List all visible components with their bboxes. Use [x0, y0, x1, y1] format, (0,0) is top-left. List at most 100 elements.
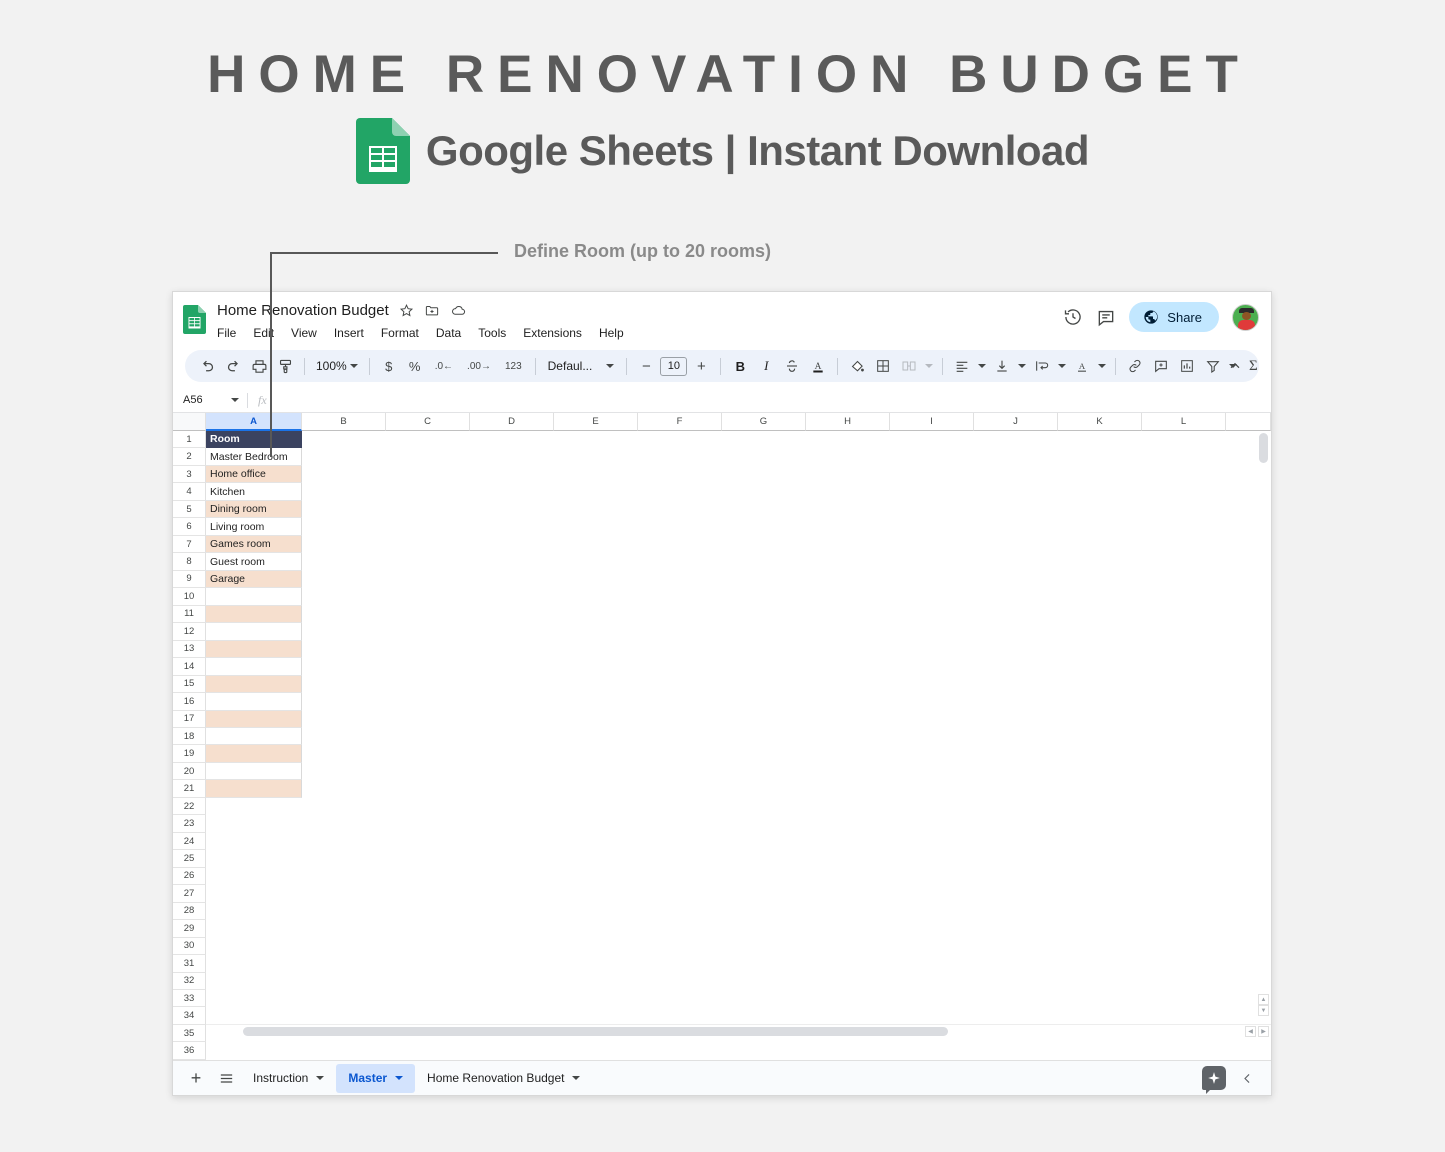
row-number-23[interactable]: 23	[173, 815, 206, 833]
grid-row-empty-area[interactable]	[302, 990, 1271, 1007]
name-box[interactable]: A56	[173, 394, 247, 406]
text-color-icon[interactable]: A	[806, 354, 830, 378]
cell-A12[interactable]	[206, 623, 302, 641]
scroll-left-button[interactable]: ◀	[1245, 1026, 1256, 1037]
row-number-28[interactable]: 28	[173, 902, 206, 921]
decrease-decimal-icon[interactable]: .0←	[429, 354, 459, 378]
grid-row-empty-area[interactable]	[302, 571, 1271, 588]
row-number-13[interactable]: 13	[173, 640, 206, 659]
paint-format-icon[interactable]	[273, 354, 297, 378]
row-number-34[interactable]: 34	[173, 1007, 206, 1025]
row-number-1[interactable]: 1	[173, 431, 206, 449]
column-header-h[interactable]: H	[806, 413, 890, 431]
grid-row-empty-area[interactable]	[302, 763, 1271, 780]
cell-A1[interactable]: Room	[206, 431, 302, 449]
row-number-7[interactable]: 7	[173, 535, 206, 554]
column-header-l[interactable]: L	[1142, 413, 1226, 431]
column-header-e[interactable]: E	[554, 413, 638, 431]
vertical-align-icon[interactable]	[990, 354, 1014, 378]
row-number-19[interactable]: 19	[173, 745, 206, 763]
row-number-25[interactable]: 25	[173, 850, 206, 868]
collapse-panel-icon[interactable]	[1240, 1071, 1255, 1086]
cell-A31[interactable]	[206, 955, 302, 972]
insert-chart-icon[interactable]	[1175, 354, 1199, 378]
print-icon[interactable]	[247, 354, 271, 378]
cell-A9[interactable]: Garage	[206, 570, 302, 589]
scroll-up-button[interactable]: ▲	[1258, 994, 1269, 1005]
grid-row-empty-area[interactable]	[302, 501, 1271, 518]
grid-row-empty-area[interactable]	[302, 780, 1271, 797]
cloud-saved-icon[interactable]	[450, 303, 467, 318]
text-rotation-icon[interactable]: A	[1070, 354, 1094, 378]
cell-A20[interactable]	[206, 762, 302, 781]
move-to-folder-icon[interactable]	[424, 303, 440, 318]
row-number-36[interactable]: 36	[173, 1042, 206, 1060]
cell-A28[interactable]	[206, 903, 302, 920]
row-number-35[interactable]: 35	[173, 1024, 206, 1043]
grid-row-empty-area[interactable]	[302, 885, 1271, 902]
grid-row-empty-area[interactable]	[302, 1007, 1271, 1024]
cell-A8[interactable]: Guest room	[206, 553, 302, 571]
row-number-24[interactable]: 24	[173, 832, 206, 851]
grid-row-empty-area[interactable]	[302, 728, 1271, 745]
cell-A4[interactable]: Kitchen	[206, 483, 302, 501]
row-number-18[interactable]: 18	[173, 727, 206, 746]
increase-font-size-icon[interactable]: +	[689, 354, 713, 378]
row-number-21[interactable]: 21	[173, 780, 206, 798]
cell-A32[interactable]	[206, 973, 302, 990]
cell-A15[interactable]	[206, 675, 302, 694]
text-rotation-dropdown-icon[interactable]	[1096, 354, 1108, 378]
text-wrapping-icon[interactable]	[1030, 354, 1054, 378]
column-header-a[interactable]: A	[206, 413, 302, 431]
row-number-8[interactable]: 8	[173, 553, 206, 571]
grid-row-empty-area[interactable]	[302, 920, 1271, 937]
cell-A26[interactable]	[206, 868, 302, 885]
row-number-16[interactable]: 16	[173, 693, 206, 711]
row-number-5[interactable]: 5	[173, 500, 206, 519]
increase-decimal-icon[interactable]: .00→	[461, 354, 497, 378]
text-wrapping-dropdown-icon[interactable]	[1056, 354, 1068, 378]
bold-icon[interactable]: B	[728, 354, 752, 378]
row-number-10[interactable]: 10	[173, 588, 206, 606]
cell-A5[interactable]: Dining room	[206, 500, 302, 519]
sheet-tab-master[interactable]: Master	[336, 1063, 416, 1093]
decrease-font-size-icon[interactable]: −	[634, 354, 658, 378]
cell-A10[interactable]	[206, 588, 302, 606]
menu-data[interactable]: Data	[436, 326, 461, 340]
row-number-31[interactable]: 31	[173, 955, 206, 973]
collapse-toolbar-icon[interactable]	[1223, 354, 1247, 378]
column-header-f[interactable]: F	[638, 413, 722, 431]
row-number-20[interactable]: 20	[173, 762, 206, 781]
row-number-15[interactable]: 15	[173, 675, 206, 694]
column-header-c[interactable]: C	[386, 413, 470, 431]
cell-A13[interactable]	[206, 640, 302, 659]
grid-row-empty-area[interactable]	[302, 798, 1271, 815]
horizontal-align-dropdown-icon[interactable]	[976, 354, 988, 378]
cell-A27[interactable]	[206, 885, 302, 902]
menu-file[interactable]: File	[217, 326, 236, 340]
more-formats-icon[interactable]: 123	[499, 354, 528, 378]
cell-A30[interactable]	[206, 938, 302, 955]
merge-cells-dropdown-icon[interactable]	[923, 354, 935, 378]
column-header-d[interactable]: D	[470, 413, 554, 431]
font-size-input[interactable]: 10	[660, 356, 688, 376]
scroll-down-button[interactable]: ▼	[1258, 1005, 1269, 1016]
horizontal-scrollbar[interactable]	[239, 1026, 1241, 1037]
row-number-3[interactable]: 3	[173, 465, 206, 484]
sheet-tab-instruction[interactable]: Instruction	[241, 1064, 336, 1093]
grid-row-empty-area[interactable]	[302, 868, 1271, 885]
grid-row-empty-area[interactable]	[302, 711, 1271, 728]
insert-link-icon[interactable]	[1123, 354, 1147, 378]
zoom-level-dropdown[interactable]: 100%	[312, 359, 362, 373]
row-number-2[interactable]: 2	[173, 448, 206, 466]
row-number-6[interactable]: 6	[173, 518, 206, 536]
sheet-tab-home-renovation-budget[interactable]: Home Renovation Budget	[415, 1064, 592, 1093]
cell-A25[interactable]	[206, 850, 302, 867]
cell-A23[interactable]	[206, 815, 302, 832]
column-header-g[interactable]: G	[722, 413, 806, 431]
grid-row-empty-area[interactable]	[302, 745, 1271, 762]
horizontal-scrollbar-thumb[interactable]	[243, 1027, 948, 1036]
menu-insert[interactable]: Insert	[334, 326, 364, 340]
grid-row-empty-area[interactable]	[302, 955, 1271, 972]
italic-icon[interactable]: I	[754, 354, 778, 378]
